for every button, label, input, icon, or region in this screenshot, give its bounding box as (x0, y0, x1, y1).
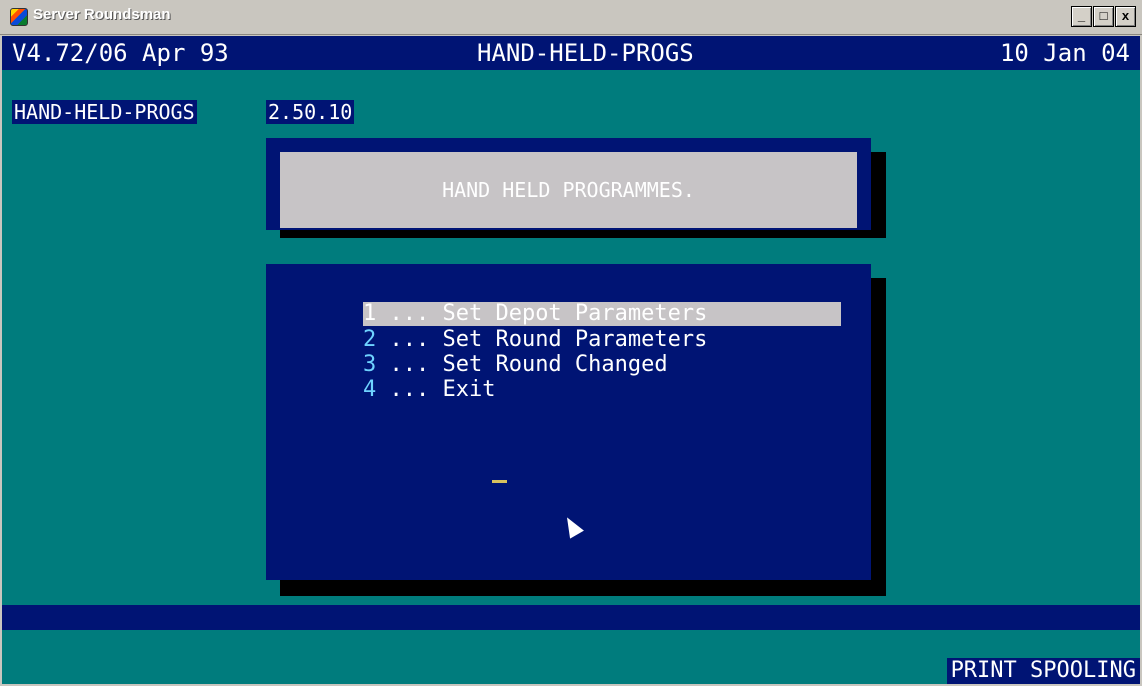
menu-item-label: ... Set Round Changed (376, 352, 668, 377)
maximize-button[interactable]: □ (1093, 6, 1114, 27)
menu-item-exit[interactable]: 4 ... Exit (363, 378, 841, 402)
menu-item-number: 4 (363, 377, 377, 402)
print-spooling-status: PRINT SPOOLING (946, 658, 1140, 684)
menu-item-label: ... Exit (376, 377, 496, 402)
date-text: 10 Jan 04 (999, 39, 1130, 67)
window-titlebar[interactable]: Server Roundsman _ □ x (0, 0, 1142, 35)
menu-item-number: 3 (363, 352, 377, 377)
version-text: V4.72/06 Apr 93 (12, 39, 229, 67)
program-title: HAND-HELD-PROGS (477, 39, 694, 67)
menu-item-label: ... Set Round Parameters (376, 327, 708, 352)
roundsman-app-icon (10, 8, 28, 26)
menu-item-set-round-parameters[interactable]: 2 ... Set Round Parameters (363, 328, 841, 352)
window-controls: _ □ x (1071, 6, 1136, 27)
program-name-label: HAND-HELD-PROGS (12, 100, 197, 124)
terminal-screen: V4.72/06 Apr 93 HAND-HELD-PROGS 10 Jan 0… (2, 36, 1140, 684)
program-version-label: 2.50.10 (266, 100, 355, 124)
mouse-pointer-icon (560, 513, 584, 539)
menu-item-label: ... Set Depot Parameters (376, 301, 708, 326)
title-panel-text: HAND HELD PROGRAMMES. (280, 152, 857, 228)
menu-item-set-depot-parameters[interactable]: 1 ... Set Depot Parameters (363, 302, 841, 326)
menu-item-set-round-changed[interactable]: 3 ... Set Round Changed (363, 353, 841, 377)
minimize-button[interactable]: _ (1071, 6, 1092, 27)
title-panel: HAND HELD PROGRAMMES. (266, 138, 871, 230)
window-title: Server Roundsman (33, 6, 171, 23)
menu-panel: 1 ... Set Depot Parameters 2 ... Set Rou… (266, 264, 871, 580)
text-cursor (492, 480, 507, 483)
close-button[interactable]: x (1115, 6, 1136, 27)
bottom-status-bar (2, 605, 1140, 630)
menu-item-number: 2 (363, 327, 377, 352)
terminal-top-bar: V4.72/06 Apr 93 HAND-HELD-PROGS 10 Jan 0… (2, 36, 1140, 70)
menu-item-number: 1 (363, 301, 377, 326)
